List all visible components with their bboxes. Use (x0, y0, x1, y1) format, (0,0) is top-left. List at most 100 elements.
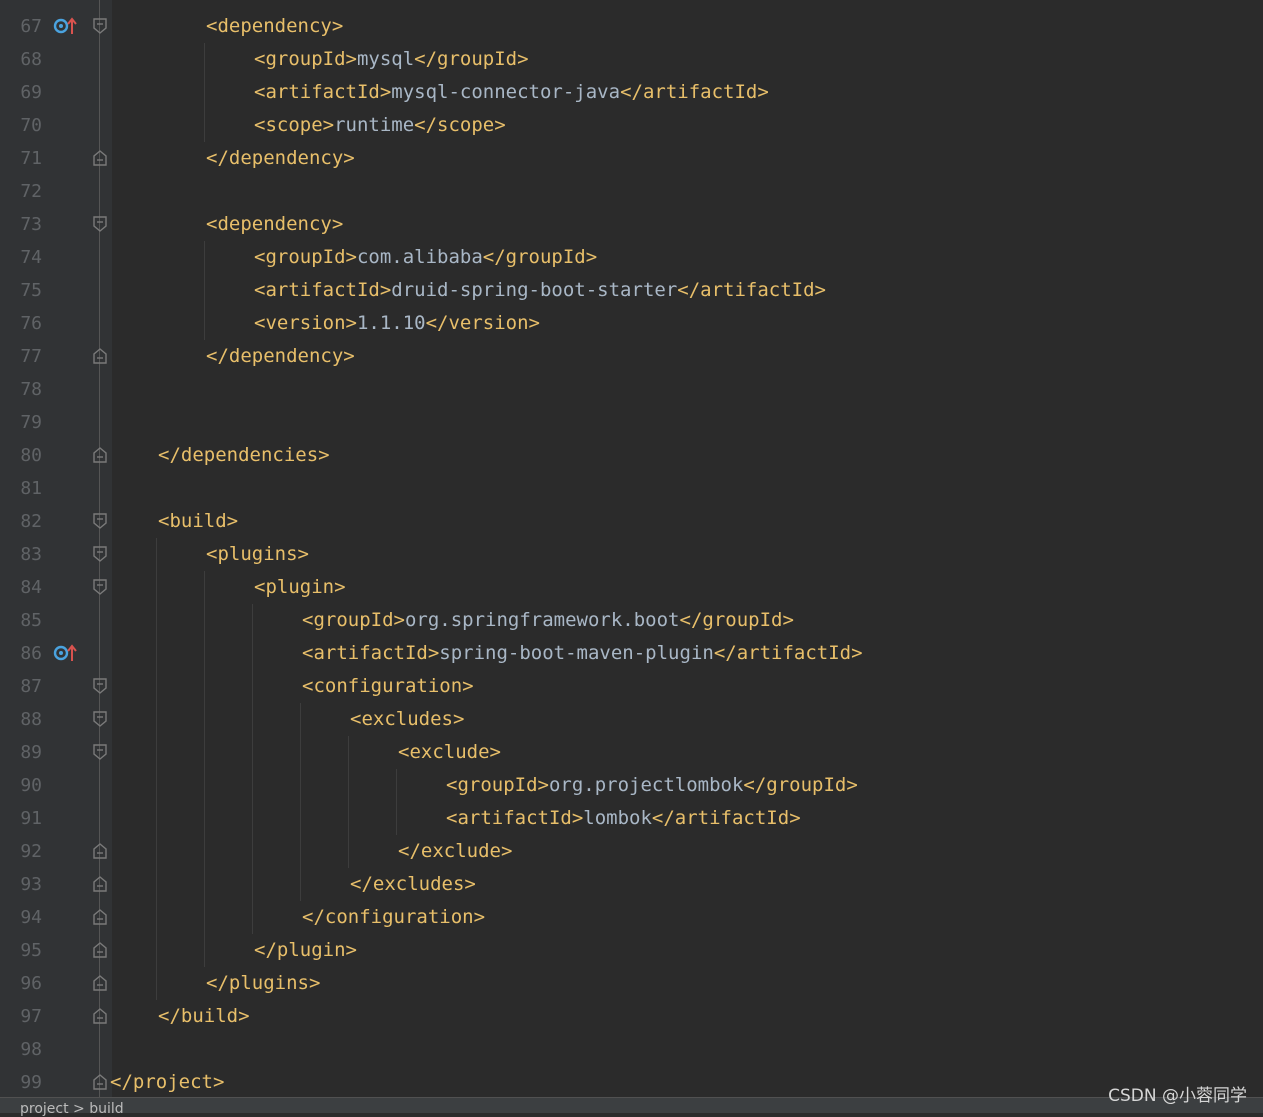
line-number: 82 (20, 511, 42, 532)
code-text[interactable]: </configuration> (302, 901, 485, 934)
code-line[interactable]: 80 </dependencies> (0, 439, 1263, 472)
code-text[interactable]: </dependency> (206, 340, 355, 373)
code-line[interactable]: 83 <plugins> (0, 538, 1263, 571)
fold-end-icon[interactable] (93, 876, 107, 892)
code-text[interactable]: <exclude> (398, 736, 501, 769)
code-text[interactable]: <groupId>org.springframework.boot</group… (302, 604, 794, 637)
xml-text: runtime (334, 114, 415, 136)
code-text[interactable]: <plugins> (206, 538, 309, 571)
code-line[interactable]: 69 <artifactId>mysql-connector-java</arti… (0, 76, 1263, 109)
code-text[interactable]: <build> (158, 505, 238, 538)
code-line[interactable]: 85 <groupId>org.springframework.boot</gro… (0, 604, 1263, 637)
fold-end-icon[interactable] (93, 348, 107, 364)
line-number: 98 (20, 1039, 42, 1060)
xml-text: 1.1.10 (356, 312, 426, 334)
xml-tag: <dependency> (206, 15, 344, 37)
indent-guide (204, 571, 205, 967)
fold-end-icon[interactable] (93, 1008, 107, 1024)
code-line[interactable]: 68 <groupId>mysql</groupId> (0, 43, 1263, 76)
xml-text: spring-boot-maven-plugin (439, 642, 714, 664)
code-text[interactable]: <scope>runtime</scope> (254, 109, 506, 142)
code-line[interactable]: 89 <exclude> (0, 736, 1263, 769)
fold-collapse-icon[interactable] (93, 711, 107, 727)
line-number: 79 (20, 412, 42, 433)
code-line[interactable]: 79 (0, 406, 1263, 439)
xml-tag: </scope> (414, 114, 506, 136)
code-text[interactable]: </project> (110, 1066, 224, 1099)
fold-collapse-icon[interactable] (93, 579, 107, 595)
code-line[interactable]: 76 <version>1.1.10</version> (0, 307, 1263, 340)
fold-end-icon[interactable] (93, 843, 107, 859)
fold-end-icon[interactable] (93, 1074, 107, 1090)
code-line[interactable]: 81 (0, 472, 1263, 505)
code-line[interactable]: 67 <dependency> (0, 10, 1263, 43)
fold-end-icon[interactable] (93, 942, 107, 958)
code-line[interactable]: 98 (0, 1033, 1263, 1066)
code-text[interactable]: <configuration> (302, 670, 474, 703)
code-editor[interactable]: 67 <dependency> 68 <groupId>mysql</groupId>… (0, 0, 1263, 1098)
code-line[interactable]: 70 <scope>runtime</scope> (0, 109, 1263, 142)
code-line[interactable]: 78 (0, 373, 1263, 406)
code-line[interactable]: 84 <plugin> (0, 571, 1263, 604)
xml-tag: </version> (425, 312, 540, 334)
override-icon[interactable] (53, 16, 77, 36)
xml-tag: <plugins> (206, 543, 309, 565)
code-line[interactable]: 73 <dependency> (0, 208, 1263, 241)
code-text[interactable]: </dependency> (206, 142, 355, 175)
breadcrumb[interactable]: project > build (20, 1102, 124, 1116)
breadcrumb-bar[interactable] (0, 1097, 1263, 1113)
fold-collapse-icon[interactable] (93, 513, 107, 529)
code-line[interactable]: 90 <groupId>org.projectlombok</groupId> (0, 769, 1263, 802)
code-line[interactable]: 86 <artifactId>spring-boot-maven-plugin</… (0, 637, 1263, 670)
line-number: 99 (20, 1072, 42, 1093)
fold-end-icon[interactable] (93, 447, 107, 463)
code-text[interactable]: <artifactId>spring-boot-maven-plugin</ar… (302, 637, 863, 670)
code-line[interactable]: 87 <configuration> (0, 670, 1263, 703)
xml-tag: </groupId> (679, 609, 794, 631)
code-line[interactable]: 99 </project> (0, 1066, 1263, 1099)
code-text[interactable]: <groupId>com.alibaba</groupId> (254, 241, 597, 274)
code-line[interactable]: 82 <build> (0, 505, 1263, 538)
code-line[interactable]: 93 </excludes> (0, 868, 1263, 901)
code-text[interactable]: <groupId>mysql</groupId> (254, 43, 529, 76)
code-text[interactable]: </dependencies> (158, 439, 330, 472)
fold-end-icon[interactable] (93, 975, 107, 991)
code-line[interactable]: 75 <artifactId>druid-spring-boot-starter<… (0, 274, 1263, 307)
code-text[interactable]: <version>1.1.10</version> (254, 307, 540, 340)
code-line[interactable]: 74 <groupId>com.alibaba</groupId> (0, 241, 1263, 274)
code-text[interactable]: <dependency> (206, 208, 343, 241)
code-text[interactable]: <plugin> (254, 571, 346, 604)
code-line[interactable]: 94 </configuration> (0, 901, 1263, 934)
code-line[interactable]: 72 (0, 175, 1263, 208)
code-line[interactable]: 77 </dependency> (0, 340, 1263, 373)
code-text[interactable]: </exclude> (398, 835, 512, 868)
code-text[interactable]: </plugins> (206, 967, 320, 1000)
code-text[interactable]: <dependency> (206, 10, 343, 43)
code-text[interactable]: <excludes> (350, 703, 464, 736)
code-line[interactable]: 92 </exclude> (0, 835, 1263, 868)
code-line[interactable]: 88 <excludes> (0, 703, 1263, 736)
fold-end-icon[interactable] (93, 150, 107, 166)
code-line[interactable]: 97 </build> (0, 1000, 1263, 1033)
code-text[interactable]: </build> (158, 1000, 250, 1033)
fold-collapse-icon[interactable] (93, 216, 107, 232)
code-text[interactable]: </excludes> (350, 868, 476, 901)
code-line[interactable]: 95 </plugin> (0, 934, 1263, 967)
code-line[interactable]: 96 </plugins> (0, 967, 1263, 1000)
code-text[interactable]: <groupId>org.projectlombok</groupId> (446, 769, 858, 802)
code-text[interactable]: <artifactId>mysql-connector-java</artifa… (254, 76, 769, 109)
code-line[interactable]: 71 </dependency> (0, 142, 1263, 175)
line-number: 89 (20, 742, 42, 763)
fold-collapse-icon[interactable] (93, 546, 107, 562)
code-text[interactable]: <artifactId>lombok</artifactId> (446, 802, 801, 835)
fold-collapse-icon[interactable] (93, 678, 107, 694)
override-icon[interactable] (53, 643, 77, 663)
code-text[interactable]: </plugin> (254, 934, 357, 967)
fold-end-icon[interactable] (93, 909, 107, 925)
fold-collapse-icon[interactable] (93, 18, 107, 34)
code-text[interactable]: <artifactId>druid-spring-boot-starter</a… (254, 274, 826, 307)
line-number: 78 (20, 379, 42, 400)
line-number: 92 (20, 841, 42, 862)
fold-collapse-icon[interactable] (93, 744, 107, 760)
code-line[interactable]: 91 <artifactId>lombok</artifactId> (0, 802, 1263, 835)
